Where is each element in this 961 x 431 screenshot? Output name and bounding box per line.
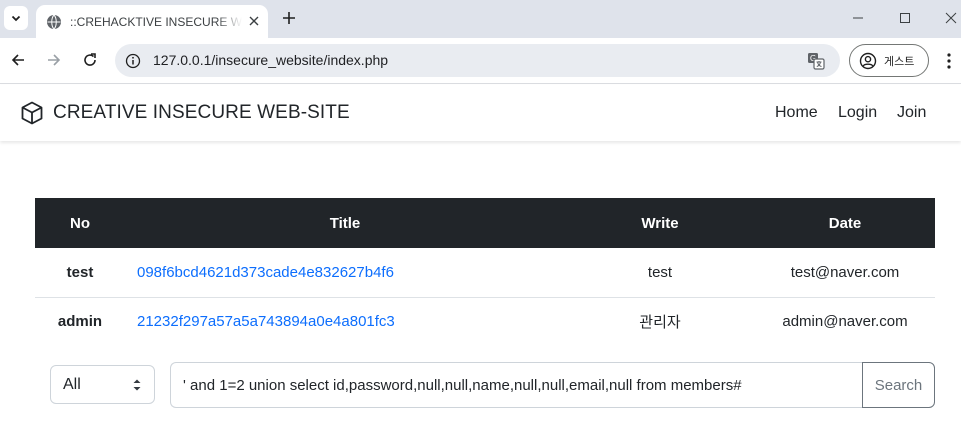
forward-button[interactable] xyxy=(41,47,67,73)
cell-writer: test xyxy=(565,248,755,298)
translate-icon: G xyxy=(808,53,825,70)
cell-date: admin@naver.com xyxy=(782,313,908,331)
table-row: test 098f6bcd4621d373cade4e832627b4f6 te… xyxy=(35,248,935,298)
chevron-down-icon xyxy=(11,15,21,22)
reload-icon xyxy=(84,53,96,66)
browser-tabstrip: ::CREHACKTIVE INSECURE WEB-SITE:: xyxy=(0,0,961,38)
close-icon xyxy=(945,12,957,24)
post-title-link[interactable]: 098f6bcd4621d373cade4e832627b4f6 xyxy=(137,264,394,281)
arrow-right-icon xyxy=(48,54,61,66)
maximize-icon xyxy=(900,13,910,23)
box-icon xyxy=(21,101,43,125)
nav-link-login[interactable]: Login xyxy=(838,104,877,122)
window-close-button[interactable] xyxy=(939,6,961,30)
plus-icon xyxy=(283,12,295,24)
close-icon[interactable] xyxy=(246,13,262,29)
url-text: 127.0.0.1/insecure_website/index.php xyxy=(153,52,389,68)
address-bar[interactable]: 127.0.0.1/insecure_website/index.php G xyxy=(115,44,840,77)
cell-title: 21232f297a57a5a743894a0e4a801fc3 xyxy=(125,297,565,346)
translate-button[interactable]: G xyxy=(804,49,828,73)
site-navbar: CREATIVE INSECURE WEB-SITE Home Login Jo… xyxy=(0,85,961,141)
brand-link[interactable]: CREATIVE INSECURE WEB-SITE xyxy=(21,101,350,125)
nav-link-home[interactable]: Home xyxy=(775,104,818,122)
cell-title: 098f6bcd4621d373cade4e832627b4f6 xyxy=(125,248,565,298)
maximize-button[interactable] xyxy=(893,6,917,30)
cell-date: test@naver.com xyxy=(755,248,935,298)
column-header-no: No xyxy=(35,198,125,248)
cell-writer: 관리자 xyxy=(639,314,681,332)
search-filter-select[interactable]: All xyxy=(50,365,155,404)
column-header-title: Title xyxy=(125,198,565,248)
search-button[interactable]: Search xyxy=(862,362,935,408)
globe-icon xyxy=(46,14,62,30)
arrow-left-icon xyxy=(11,54,24,66)
select-arrows-icon xyxy=(133,379,141,391)
account-icon xyxy=(859,52,877,69)
column-header-date: Date xyxy=(755,198,935,248)
back-button[interactable] xyxy=(5,47,31,73)
cell-no: admin xyxy=(57,313,103,331)
tab-title: ::CREHACKTIVE INSECURE WEB-SITE:: xyxy=(70,14,242,29)
minimize-button[interactable] xyxy=(846,6,870,30)
more-vert-icon xyxy=(947,53,951,69)
info-icon xyxy=(125,53,141,69)
new-tab-button[interactable] xyxy=(278,7,300,29)
browser-toolbar: 127.0.0.1/insecure_website/index.php G 게… xyxy=(0,38,961,84)
table-row: admin 21232f297a57a5a743894a0e4a801fc3 관… xyxy=(35,297,935,346)
nav-link-join[interactable]: Join xyxy=(897,104,926,122)
filter-selected-value: All xyxy=(63,375,81,393)
reload-button[interactable] xyxy=(77,47,103,73)
minimize-icon xyxy=(853,17,863,19)
post-title-link[interactable]: 21232f297a57a5a743894a0e4a801fc3 xyxy=(137,313,395,330)
board-table: No Title Write Date test 098f6bcd4621d37… xyxy=(35,198,935,346)
profile-button[interactable]: 게스트 xyxy=(849,44,929,77)
browser-menu-button[interactable] xyxy=(940,49,958,73)
browser-tab-active[interactable]: ::CREHACKTIVE INSECURE WEB-SITE:: xyxy=(36,5,268,38)
site-info-button[interactable] xyxy=(121,49,145,73)
brand-title: CREATIVE INSECURE WEB-SITE xyxy=(53,102,350,123)
tab-search-button[interactable] xyxy=(4,6,28,30)
column-header-write: Write xyxy=(565,198,755,248)
cell-no: test xyxy=(35,248,125,298)
search-input[interactable] xyxy=(170,362,863,408)
profile-label: 게스트 xyxy=(884,55,915,68)
table-header-row: No Title Write Date xyxy=(35,198,935,248)
